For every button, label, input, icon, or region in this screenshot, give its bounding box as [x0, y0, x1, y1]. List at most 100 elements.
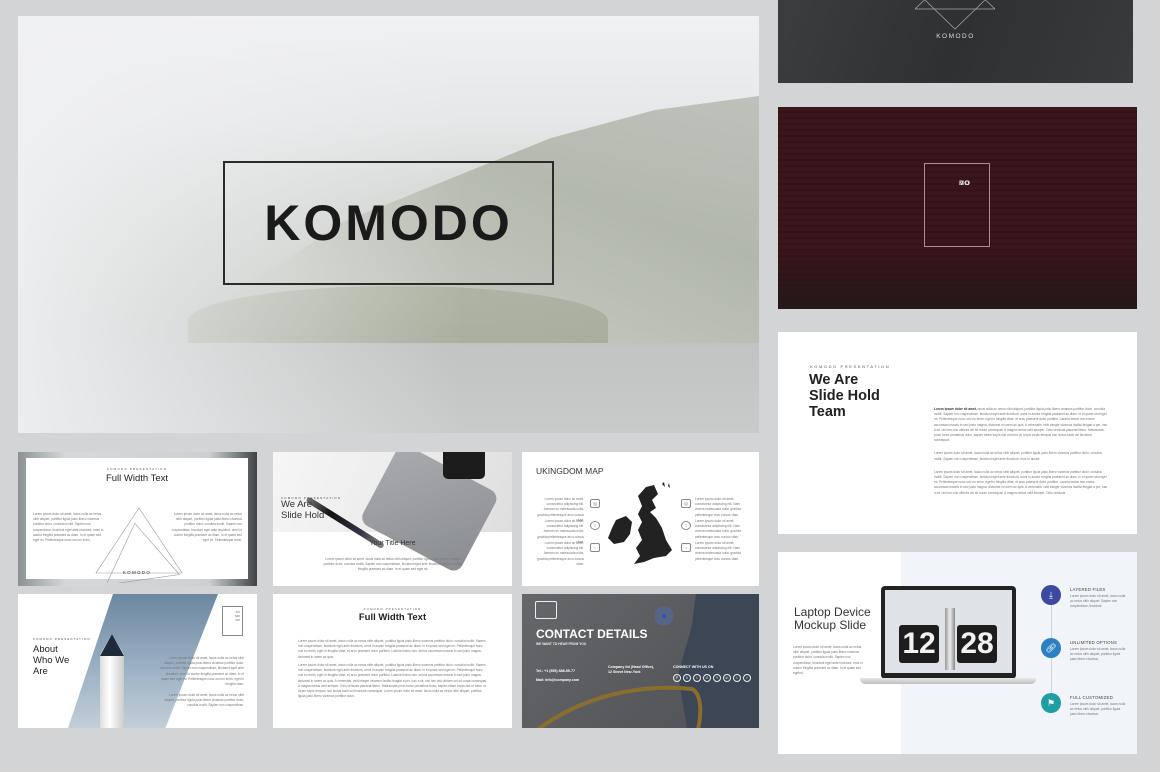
slide-title: About Who We Are — [33, 644, 69, 677]
mail-text: Mail: info@company.com — [536, 678, 580, 682]
laptop-base — [860, 678, 1036, 684]
slide-title: Laptop Device Mockup Slide — [794, 606, 871, 632]
phone-text: Tel.: +1 (555) 888-55-77 — [536, 669, 575, 673]
lead-bold: Lorem ipsum dolor sit amet, — [934, 407, 977, 411]
map-item: Lorem ipsum dolor sit amet, consectetur … — [695, 541, 741, 561]
title-line: Who We — [33, 655, 70, 666]
facebook-icon[interactable]: f — [743, 674, 751, 682]
google-plus-icon[interactable]: G — [703, 674, 711, 682]
full-width-text-slide-2[interactable]: KOMODO PRESENTATION Full Width Text Lore… — [273, 594, 512, 728]
title-line: Team — [809, 404, 846, 420]
subtitle: Your Title Here — [369, 540, 416, 547]
youtube-icon[interactable]: Y — [713, 674, 721, 682]
title-line: We Are — [809, 372, 859, 388]
clock-stand — [945, 608, 955, 670]
address-text: 12 Street New-York — [608, 670, 641, 674]
presentation-icon: ▤ — [590, 499, 600, 508]
clock-photo: 12 28 — [885, 590, 1012, 673]
social-icons: P V t G Y in t f — [673, 674, 751, 682]
connect-label: CONNECT WITH US ON — [673, 665, 714, 669]
slide-caption: KOMODO PRESENTATION — [363, 607, 422, 611]
clock-minutes: 28 — [957, 625, 997, 663]
description: Lorem ipsum dolor sit amet, lacus nulla … — [793, 645, 863, 676]
body-text: Lorem ipsum dolor sit amet, lacus nulla … — [934, 407, 1108, 504]
title-frame: KOMODO — [223, 161, 554, 285]
tumblr-icon[interactable]: t — [693, 674, 701, 682]
linkedin-icon[interactable]: in — [723, 674, 731, 682]
subtitle: WE WANT TO HEAR FROM YOU — [536, 642, 587, 646]
title-line: Laptop Device — [794, 605, 871, 619]
title-line: About — [33, 644, 58, 655]
download-icon: ⤓ — [1041, 585, 1061, 605]
slide-title: We Are Slide Hold Team — [809, 372, 899, 420]
slide-title: UKINGDOM MAP — [536, 466, 604, 476]
jar-icon: ○ — [590, 543, 600, 552]
feature-desc: Lorem ipsum dolor sit amet, lacus nulla … — [1070, 647, 1126, 662]
full-width-text-slide[interactable]: KOMODO PRESENTATION Full Width Text Lore… — [18, 452, 257, 586]
brand-line: DO — [959, 181, 971, 187]
about-slide[interactable]: KOMODO PRESENTATION About Who We Are KO M… — [18, 594, 257, 728]
feature-desc: Lorem ipsum dolor sit amet, lacus nulla … — [1070, 702, 1126, 717]
presentation-icon: ▤ — [681, 499, 691, 508]
shadow-overlay — [778, 249, 1137, 309]
content-card: KOMODO PRESENTATION Full Width Text Lore… — [26, 458, 248, 583]
paragraph: Lorem ipsum dolor sit amet, lacus nulla … — [934, 407, 1108, 443]
link-icon: 🔗︎ — [1041, 638, 1061, 658]
brand-label: KOMODO — [122, 570, 152, 575]
slide-caption: KOMODO PRESENTATION — [810, 364, 891, 369]
body-text: Lorem ipsum dolor sit amet, lacus nulla … — [160, 656, 244, 687]
contact-info: Tel.: +1 (555) 888-55-77 Mail: info@comp… — [536, 667, 579, 685]
laptop-mockup-slide[interactable]: Laptop Device Mockup Slide Lorem ipsum d… — [778, 552, 1137, 754]
brand-label: KOMODO — [936, 33, 975, 40]
hero-slide[interactable]: KOMODO — [18, 16, 759, 433]
feature-title: LAYERED FILES — [1070, 587, 1106, 592]
map-item: Lorem ipsum dolor sit amet, consectetur … — [537, 541, 584, 566]
brand-frame: KO MO DO — [924, 163, 990, 247]
paragraph: Lorem ipsum dolor sit amet, lacus nulla … — [298, 639, 486, 659]
layers-icon: ≡ — [590, 521, 600, 530]
hero-title: KOMODO — [264, 195, 513, 251]
feature-title: FULL CUSTOMIZED — [1070, 695, 1113, 700]
paragraph: Lorem ipsum dolor sit amet, lacus nulla … — [298, 663, 488, 699]
phone-image — [443, 452, 485, 479]
flag-icon: ⚑ — [1041, 693, 1061, 713]
slide-caption: KOMODO PRESENTATION — [33, 637, 91, 641]
title-line: Slide Hold — [809, 388, 880, 404]
brand-frame: KO MO DO — [222, 606, 243, 636]
envelope-icon — [535, 601, 557, 619]
pinterest-icon[interactable]: P — [673, 674, 681, 682]
title-line: Slide Hold — [281, 510, 325, 521]
paragraph-text: lacus nulla ac netus nibh aliquet, portt… — [934, 407, 1108, 443]
slide-title: CONTACT DETAILS — [536, 627, 648, 641]
body-text: Lorem ipsum dolor sit amet, lacus nulla … — [164, 693, 244, 708]
slide-title: Full Width Text — [105, 473, 169, 484]
vimeo-icon[interactable]: V — [683, 674, 691, 682]
address: Company ltd (Head Office), 12 Street New… — [608, 665, 654, 675]
clock-hours: 12 — [899, 625, 939, 663]
paragraph: Lorem ipsum dolor sit amet, lacus nulla … — [934, 469, 1108, 495]
slide-title: Full Width Text — [358, 612, 427, 623]
title-line: Are — [33, 666, 48, 677]
red-title-slide[interactable]: KO MO DO — [778, 107, 1137, 309]
uk-map-slide[interactable]: UKINGDOM MAP Lorem ipsum dolor sit amet,… — [522, 452, 759, 586]
uk-map-image — [608, 482, 672, 564]
map-item: Lorem ipsum dolor sit amet, consectetur … — [695, 497, 741, 517]
twitter-icon[interactable]: t — [733, 674, 741, 682]
location-pin-icon — [662, 614, 666, 618]
map-item: Lorem ipsum dolor sit amet, consectetur … — [695, 519, 741, 539]
feature-desc: Lorem ipsum dolor sit amet, lacus nulla … — [1070, 594, 1126, 609]
brand-line: DO — [235, 618, 241, 622]
triangle-logo-icon — [915, 0, 995, 30]
title-line: We Are — [281, 499, 312, 510]
team-slide[interactable]: KOMODO PRESENTATION We Are Slide Hold Te… — [778, 332, 1137, 534]
layers-icon: ≡ — [681, 521, 691, 530]
contact-slide[interactable]: CONTACT DETAILS WE WANT TO HEAR FROM YOU… — [522, 594, 759, 728]
laptop-screen: 12 28 — [881, 586, 1016, 679]
title-line: Mockup Slide — [794, 618, 867, 632]
brand-stacked: KO MO DO — [959, 172, 981, 188]
dark-title-slide[interactable]: KOMODO — [778, 0, 1133, 83]
slide-title: We Are Slide Hold — [281, 499, 324, 521]
feature-title: UNLIMITED OPTIONS — [1070, 640, 1118, 645]
paragraph: Lorem ipsum dolor sit amet, lacus nulla … — [934, 451, 1102, 461]
we-are-slide-hold-slide[interactable]: KOMODO PRESENTATION We Are Slide Hold Yo… — [273, 452, 512, 586]
